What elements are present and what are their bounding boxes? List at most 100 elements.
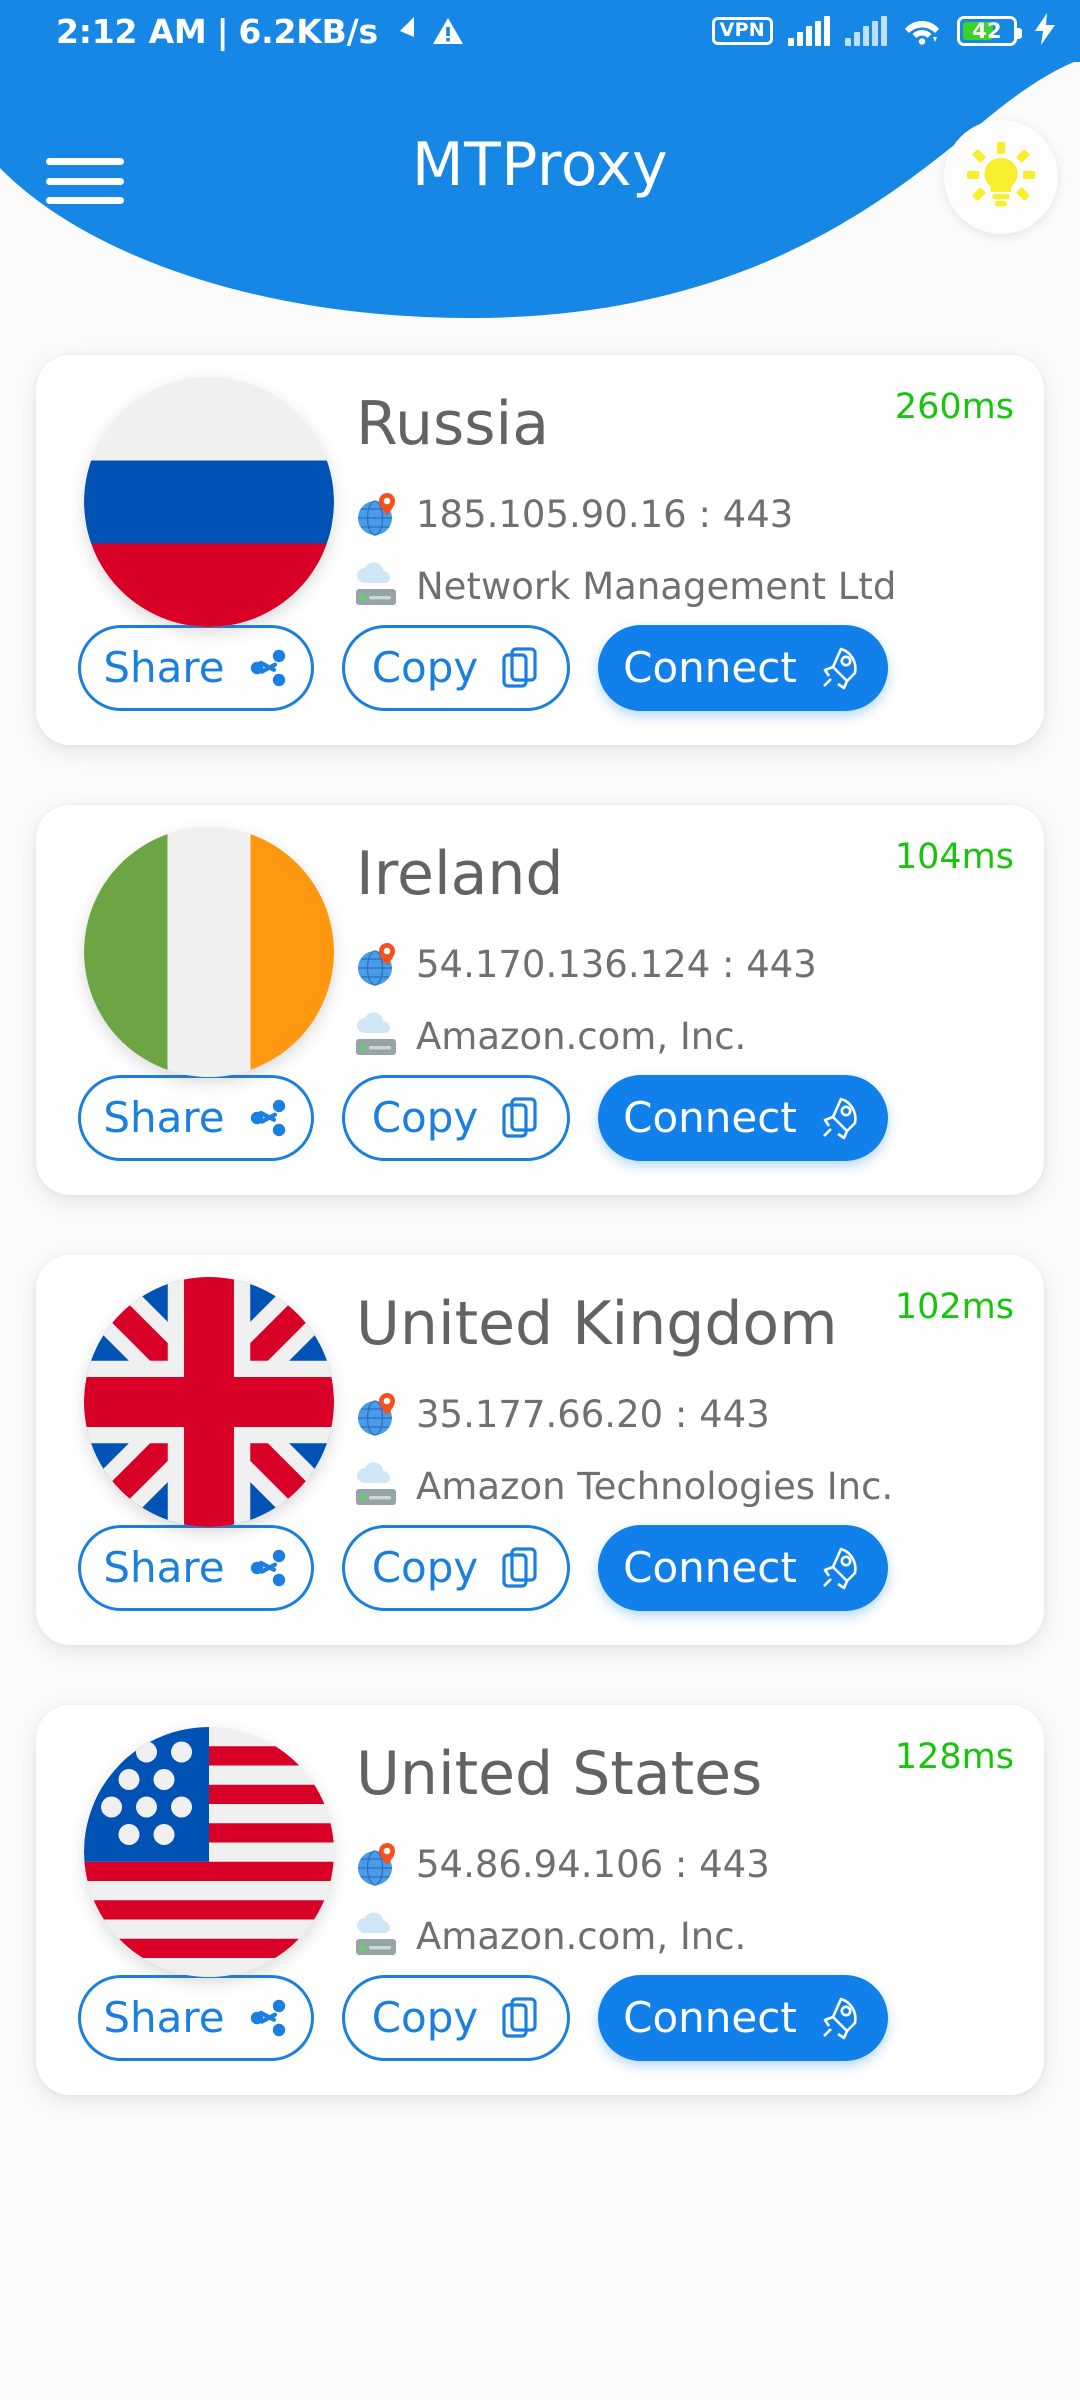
ping-badge: 102ms <box>894 1287 1014 1327</box>
cloud-server-icon <box>352 1461 402 1511</box>
copy-button-label: Copy <box>371 1543 479 1592</box>
share-button[interactable]: Share <box>78 1075 314 1161</box>
rocket-icon <box>819 646 863 690</box>
proxy-isp: Network Management Ltd <box>416 564 897 608</box>
battery-indicator: 42 <box>957 16 1022 46</box>
proxy-card-info: Russia 260ms 185.105.90.16: 443 Network… <box>36 355 1044 627</box>
share-button[interactable]: Share <box>78 1525 314 1611</box>
proxy-card-actions: Share Copy Connect <box>36 1975 1044 2061</box>
theme-toggle-button[interactable] <box>944 120 1058 234</box>
connect-button-label: Connect <box>623 1543 797 1592</box>
warning-triangle-icon <box>432 16 464 46</box>
copy-icon <box>500 1996 540 2040</box>
connect-button[interactable]: Connect <box>598 1975 888 2061</box>
copy-button[interactable]: Copy <box>342 625 570 711</box>
proxy-card-info: United States 128ms 54.86.94.106 : 443 A… <box>36 1705 1044 1977</box>
proxy-address-row: 35.177.66.20 : 443 <box>352 1389 770 1439</box>
status-bar-left: 2:12 AM | 6.2KB/s <box>56 12 464 51</box>
proxy-address: 185.105.90.16 : 443 <box>416 492 794 536</box>
connect-button[interactable]: Connect <box>598 1075 888 1161</box>
rocket-icon <box>819 1546 863 1590</box>
share-icon <box>247 1547 289 1589</box>
share-button-label: Share <box>103 1543 225 1592</box>
proxy-isp: Amazon.com, Inc. <box>416 1914 747 1958</box>
proxy-address: 54.86.94.106 : 443 <box>416 1842 770 1886</box>
copy-button[interactable]: Copy <box>342 1975 570 2061</box>
country-name: United States <box>356 1739 763 1809</box>
ping-badge: 260ms <box>894 387 1014 427</box>
country-name: United Kingdom <box>356 1289 838 1359</box>
proxy-address-row: 54.170.136.124 : 443 <box>352 939 817 989</box>
globe-location-pin-icon <box>352 1839 402 1889</box>
status-separator: | <box>216 11 229 51</box>
lightbulb-icon <box>964 138 1038 216</box>
share-button-label: Share <box>103 1093 225 1142</box>
cloud-server-icon <box>352 1011 402 1061</box>
proxy-card-info: United Kingdom 102ms 35.177.66.20 : 443 <box>36 1255 1044 1527</box>
status-bar-right: VPN 42 <box>711 0 1058 62</box>
vpn-badge: VPN <box>711 17 773 45</box>
share-button[interactable]: Share <box>78 625 314 711</box>
signal-bars-icon <box>845 16 887 46</box>
globe-location-pin-icon <box>352 1389 402 1439</box>
ping-badge: 128ms <box>894 1737 1014 1777</box>
copy-button[interactable]: Copy <box>342 1525 570 1611</box>
connect-button[interactable]: Connect <box>598 1525 888 1611</box>
share-icon <box>247 1997 289 2039</box>
globe-location-pin-icon <box>352 939 402 989</box>
copy-button-label: Copy <box>371 1093 479 1142</box>
flag-united-states-icon <box>84 1727 334 1977</box>
share-button-label: Share <box>103 643 225 692</box>
flag-united-kingdom-icon <box>84 1277 334 1527</box>
globe-location-pin-icon <box>352 489 402 539</box>
cloud-server-icon <box>352 1911 402 1961</box>
proxy-card[interactable]: United States 128ms 54.86.94.106 : 443 A… <box>36 1705 1044 2095</box>
wifi-icon <box>902 13 942 49</box>
proxy-address: 35.177.66.20 : 443 <box>416 1392 770 1436</box>
rocket-icon <box>819 1096 863 1140</box>
copy-button-label: Copy <box>371 1993 479 2042</box>
proxy-address: 54.170.136.124 : 443 <box>416 942 817 986</box>
proxy-isp-row: Network Management Ltd <box>352 561 896 611</box>
proxy-card[interactable]: Ireland 104ms 54.170.136.124 : 443 Amazo… <box>36 805 1044 1195</box>
proxy-card[interactable]: Russia 260ms 185.105.90.16: 443 Network… <box>36 355 1044 745</box>
proxy-isp-row: Amazon.com, Inc. <box>352 1011 746 1061</box>
proxy-card-actions: Share Copy Connect <box>36 625 1044 711</box>
download-arrow-icon <box>392 15 418 47</box>
country-name: Russia <box>356 389 549 459</box>
proxy-address-row: 54.86.94.106 : 443 <box>352 1839 770 1889</box>
flag-russia-icon <box>84 377 334 627</box>
page-title: MTProxy <box>411 130 669 200</box>
share-icon <box>247 1097 289 1139</box>
rocket-icon <box>819 1996 863 2040</box>
proxy-isp: Amazon.com, Inc. <box>416 1014 747 1058</box>
connect-button-label: Connect <box>623 643 797 692</box>
share-button[interactable]: Share <box>78 1975 314 2061</box>
charging-bolt-icon <box>1032 12 1058 50</box>
copy-icon <box>500 1546 540 1590</box>
copy-icon <box>500 1096 540 1140</box>
connect-button-label: Connect <box>623 1993 797 2042</box>
ping-badge: 104ms <box>894 837 1014 877</box>
share-icon <box>247 647 289 689</box>
connect-button-label: Connect <box>623 1093 797 1142</box>
battery-level: 42 <box>972 18 1002 43</box>
flag-ireland-icon <box>84 827 334 1077</box>
proxy-isp-row: Amazon.com, Inc. <box>352 1911 746 1961</box>
copy-button[interactable]: Copy <box>342 1075 570 1161</box>
proxy-card-actions: Share Copy Connect <box>36 1075 1044 1161</box>
proxy-list[interactable]: Russia 260ms 185.105.90.16: 443 Network… <box>0 330 1080 2155</box>
proxy-card-actions: Share Copy Connect <box>36 1525 1044 1611</box>
proxy-card-info: Ireland 104ms 54.170.136.124 : 443 Amazo… <box>36 805 1044 1077</box>
copy-icon <box>500 646 540 690</box>
proxy-isp-row: Amazon Technologies Inc. <box>352 1461 893 1511</box>
cloud-server-icon <box>352 561 402 611</box>
proxy-isp: Amazon Technologies Inc. <box>416 1464 894 1508</box>
status-net-speed: 6.2KB/s <box>238 11 378 51</box>
signal-bars-icon <box>788 16 830 46</box>
proxy-card[interactable]: United Kingdom 102ms 35.177.66.20 : 443 <box>36 1255 1044 1645</box>
status-bar: 2:12 AM | 6.2KB/s VPN 42 <box>0 0 1080 62</box>
copy-button-label: Copy <box>371 643 479 692</box>
connect-button[interactable]: Connect <box>598 625 888 711</box>
proxy-address-row: 185.105.90.16 : 443 <box>352 489 793 539</box>
